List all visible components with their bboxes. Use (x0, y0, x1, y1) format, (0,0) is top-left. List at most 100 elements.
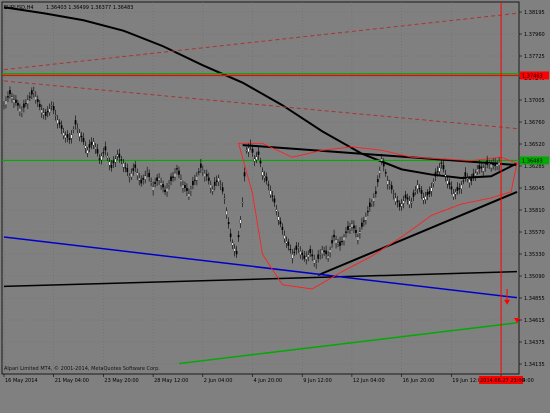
price-bar-body (184, 185, 186, 189)
price-bar-body (369, 202, 371, 207)
price-bar-body (76, 128, 79, 130)
price-bar-body (44, 111, 47, 116)
price-bar-body (466, 177, 469, 179)
price-bar-body (160, 182, 162, 186)
price-bar-body (359, 231, 361, 234)
price-bar-body (132, 168, 135, 171)
price-bar-body (414, 190, 417, 192)
price-bar-body (92, 141, 95, 146)
price-bar-body (424, 196, 427, 200)
price-bar-body (34, 96, 37, 101)
time-tick-label: 2 Jun 04:00 (204, 378, 233, 384)
price-bar-body (476, 169, 479, 172)
price-bar-body (374, 191, 377, 194)
price-bar-body (46, 110, 49, 113)
price-bar-body (269, 190, 272, 195)
price-bar-body (126, 167, 129, 173)
price-bar-body (436, 171, 439, 173)
price-bar-body (52, 106, 55, 111)
time-tick-label: 16 Jun 20:00 (403, 378, 435, 384)
price-bar-body (396, 200, 399, 203)
price-tick-label: 1.37960 (524, 32, 545, 38)
price-bar-body (203, 173, 206, 178)
price-bar-body (400, 203, 403, 207)
price-bar-body (367, 211, 369, 213)
price-bar-body (207, 177, 210, 181)
price-bar-body (418, 187, 421, 190)
price-bar-body (176, 168, 178, 170)
price-bar-body (482, 167, 485, 172)
chart-canvas[interactable]: 1.381951.379601.377251.372401.370051.367… (0, 0, 550, 413)
price-bar-body (110, 164, 113, 168)
price-bar-body (287, 241, 290, 246)
price-bar-body (472, 173, 475, 178)
price-bar-body (494, 162, 496, 167)
price-bar-body (305, 256, 308, 260)
price-bar-body (335, 239, 337, 244)
price-bar-body (343, 236, 345, 242)
price-tick-label: 1.36520 (524, 142, 545, 148)
price-bar-body (458, 188, 461, 190)
price-bar-body (454, 192, 457, 195)
price-bar-body (3, 104, 5, 106)
price-tick-label: 1.34375 (524, 340, 545, 346)
price-bar-body (402, 200, 405, 204)
price-bar-body (331, 240, 333, 244)
price-bar-body (321, 249, 323, 254)
price-bar-body (478, 165, 481, 169)
price-bar-body (486, 160, 489, 165)
price-bar-body (448, 182, 451, 186)
price-bar-body (380, 158, 383, 162)
time-tick-label: 4 Jun 20:00 (254, 378, 283, 384)
price-tick-label: 1.37005 (524, 98, 545, 104)
price-bar-body (7, 96, 9, 98)
price-bar-body (426, 192, 429, 196)
price-bar-body (136, 172, 139, 176)
price-bar-body (150, 181, 152, 183)
price-bar-body (410, 202, 413, 204)
price-bar-body (275, 209, 278, 212)
price-bar-body (446, 180, 449, 185)
price-bar-body (450, 186, 453, 190)
price-bar-body (56, 119, 59, 124)
price-bar-body (148, 172, 151, 178)
price-bar-body (365, 216, 367, 221)
price-bar-body (253, 158, 256, 162)
price-bar-body (452, 193, 455, 197)
price-bar-body (15, 99, 17, 103)
price-bar-body (211, 189, 214, 192)
price-bar-body (205, 173, 208, 177)
price-bar-body (259, 160, 262, 164)
price-bar-body (98, 158, 101, 160)
price-bar-body (50, 105, 53, 107)
price-bar-body (225, 210, 228, 215)
price-bar-body (408, 200, 411, 205)
price-marker-label: 1.37463 (522, 73, 543, 79)
price-bar-body (152, 186, 154, 191)
price-bar-body (231, 242, 234, 246)
price-bar-body (301, 252, 304, 256)
price-bar-body (158, 177, 160, 181)
price-bar-body (86, 150, 89, 154)
price-bar-body (289, 248, 292, 251)
price-bar-body (285, 241, 288, 244)
price-bar-body (219, 184, 222, 186)
chart-window[interactable]: 1.381951.379601.377251.372401.370051.367… (0, 0, 550, 413)
price-bar-body (444, 174, 447, 177)
price-bar-body (96, 149, 99, 154)
price-bar-body (245, 150, 248, 152)
price-bar-body (341, 241, 343, 243)
price-bar-body (281, 226, 284, 230)
price-bar-body (66, 134, 69, 138)
price-bar-body (94, 147, 97, 149)
price-bar-body (339, 241, 341, 246)
price-bar-body (241, 202, 244, 204)
price-bar-body (273, 198, 276, 203)
price-bar-body (166, 187, 168, 192)
price-bar-body (122, 163, 125, 168)
price-bar-body (156, 177, 158, 182)
price-bar-body (54, 114, 57, 117)
price-bar-body (201, 170, 204, 173)
price-bar-body (394, 197, 397, 202)
price-bar-body (120, 159, 123, 161)
